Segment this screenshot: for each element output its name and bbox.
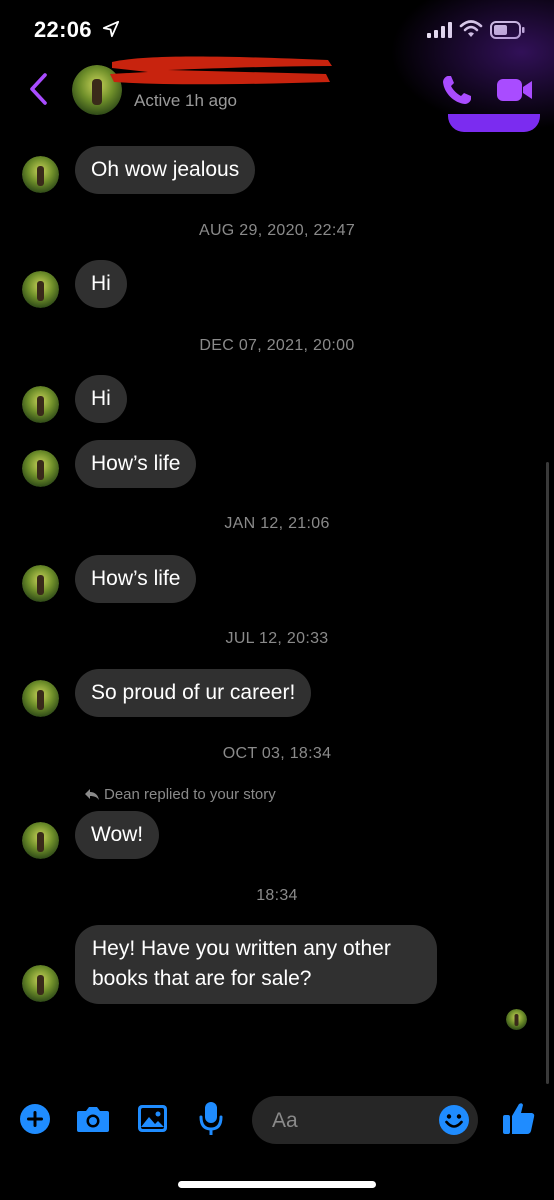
avatar [22,680,59,717]
emoji-icon[interactable] [438,1104,470,1136]
microphone-icon[interactable] [199,1101,223,1137]
message-bubble[interactable]: Hi [75,375,127,423]
composer-bar: Aa [0,1090,554,1150]
timestamp: AUG 29, 2020, 22:47 [198,222,356,239]
timestamp: DEC 07, 2021, 20:00 [199,337,355,354]
camera-icon[interactable] [76,1104,110,1134]
avatar [22,822,59,859]
read-receipt-avatar [506,1009,527,1030]
message-bubble[interactable]: How’s life [75,440,197,488]
message-input-placeholder: Aa [272,1109,298,1132]
gallery-icon[interactable] [137,1104,168,1133]
avatar [22,271,59,308]
home-indicator[interactable] [178,1181,376,1188]
message-bubble[interactable]: Oh wow jealous [75,146,256,194]
message-bubble[interactable]: So proud of ur career! [75,669,312,717]
story-reply-text: Dean replied to your story [104,786,276,803]
message-bubble[interactable]: Hi [75,260,127,308]
message-thread: Oh wow jealous AUG 29, 2020, 22:47 Hi DE… [0,0,554,1200]
avatar [22,450,59,487]
message-bubble[interactable]: Wow! [75,811,160,859]
plus-icon[interactable] [19,1103,51,1135]
story-reply-note: Dean replied to your story [84,786,276,803]
message-input[interactable]: Aa [252,1096,478,1144]
timestamp: OCT 03, 18:34 [222,745,332,762]
avatar [22,386,59,423]
thumbs-up-icon[interactable] [502,1101,536,1135]
scrollbar[interactable] [546,462,549,1084]
timestamp: JUL 12, 20:33 [225,630,329,647]
timestamp: 18:34 [256,887,298,904]
message-bubble[interactable]: Hey! Have you written any other books th… [75,925,437,1004]
message-bubble[interactable]: How’s life [75,555,197,603]
avatar [22,965,59,1002]
reply-arrow-icon [85,789,99,800]
avatar [22,565,59,602]
avatar [22,156,59,193]
timestamp: JAN 12, 21:06 [224,515,330,532]
